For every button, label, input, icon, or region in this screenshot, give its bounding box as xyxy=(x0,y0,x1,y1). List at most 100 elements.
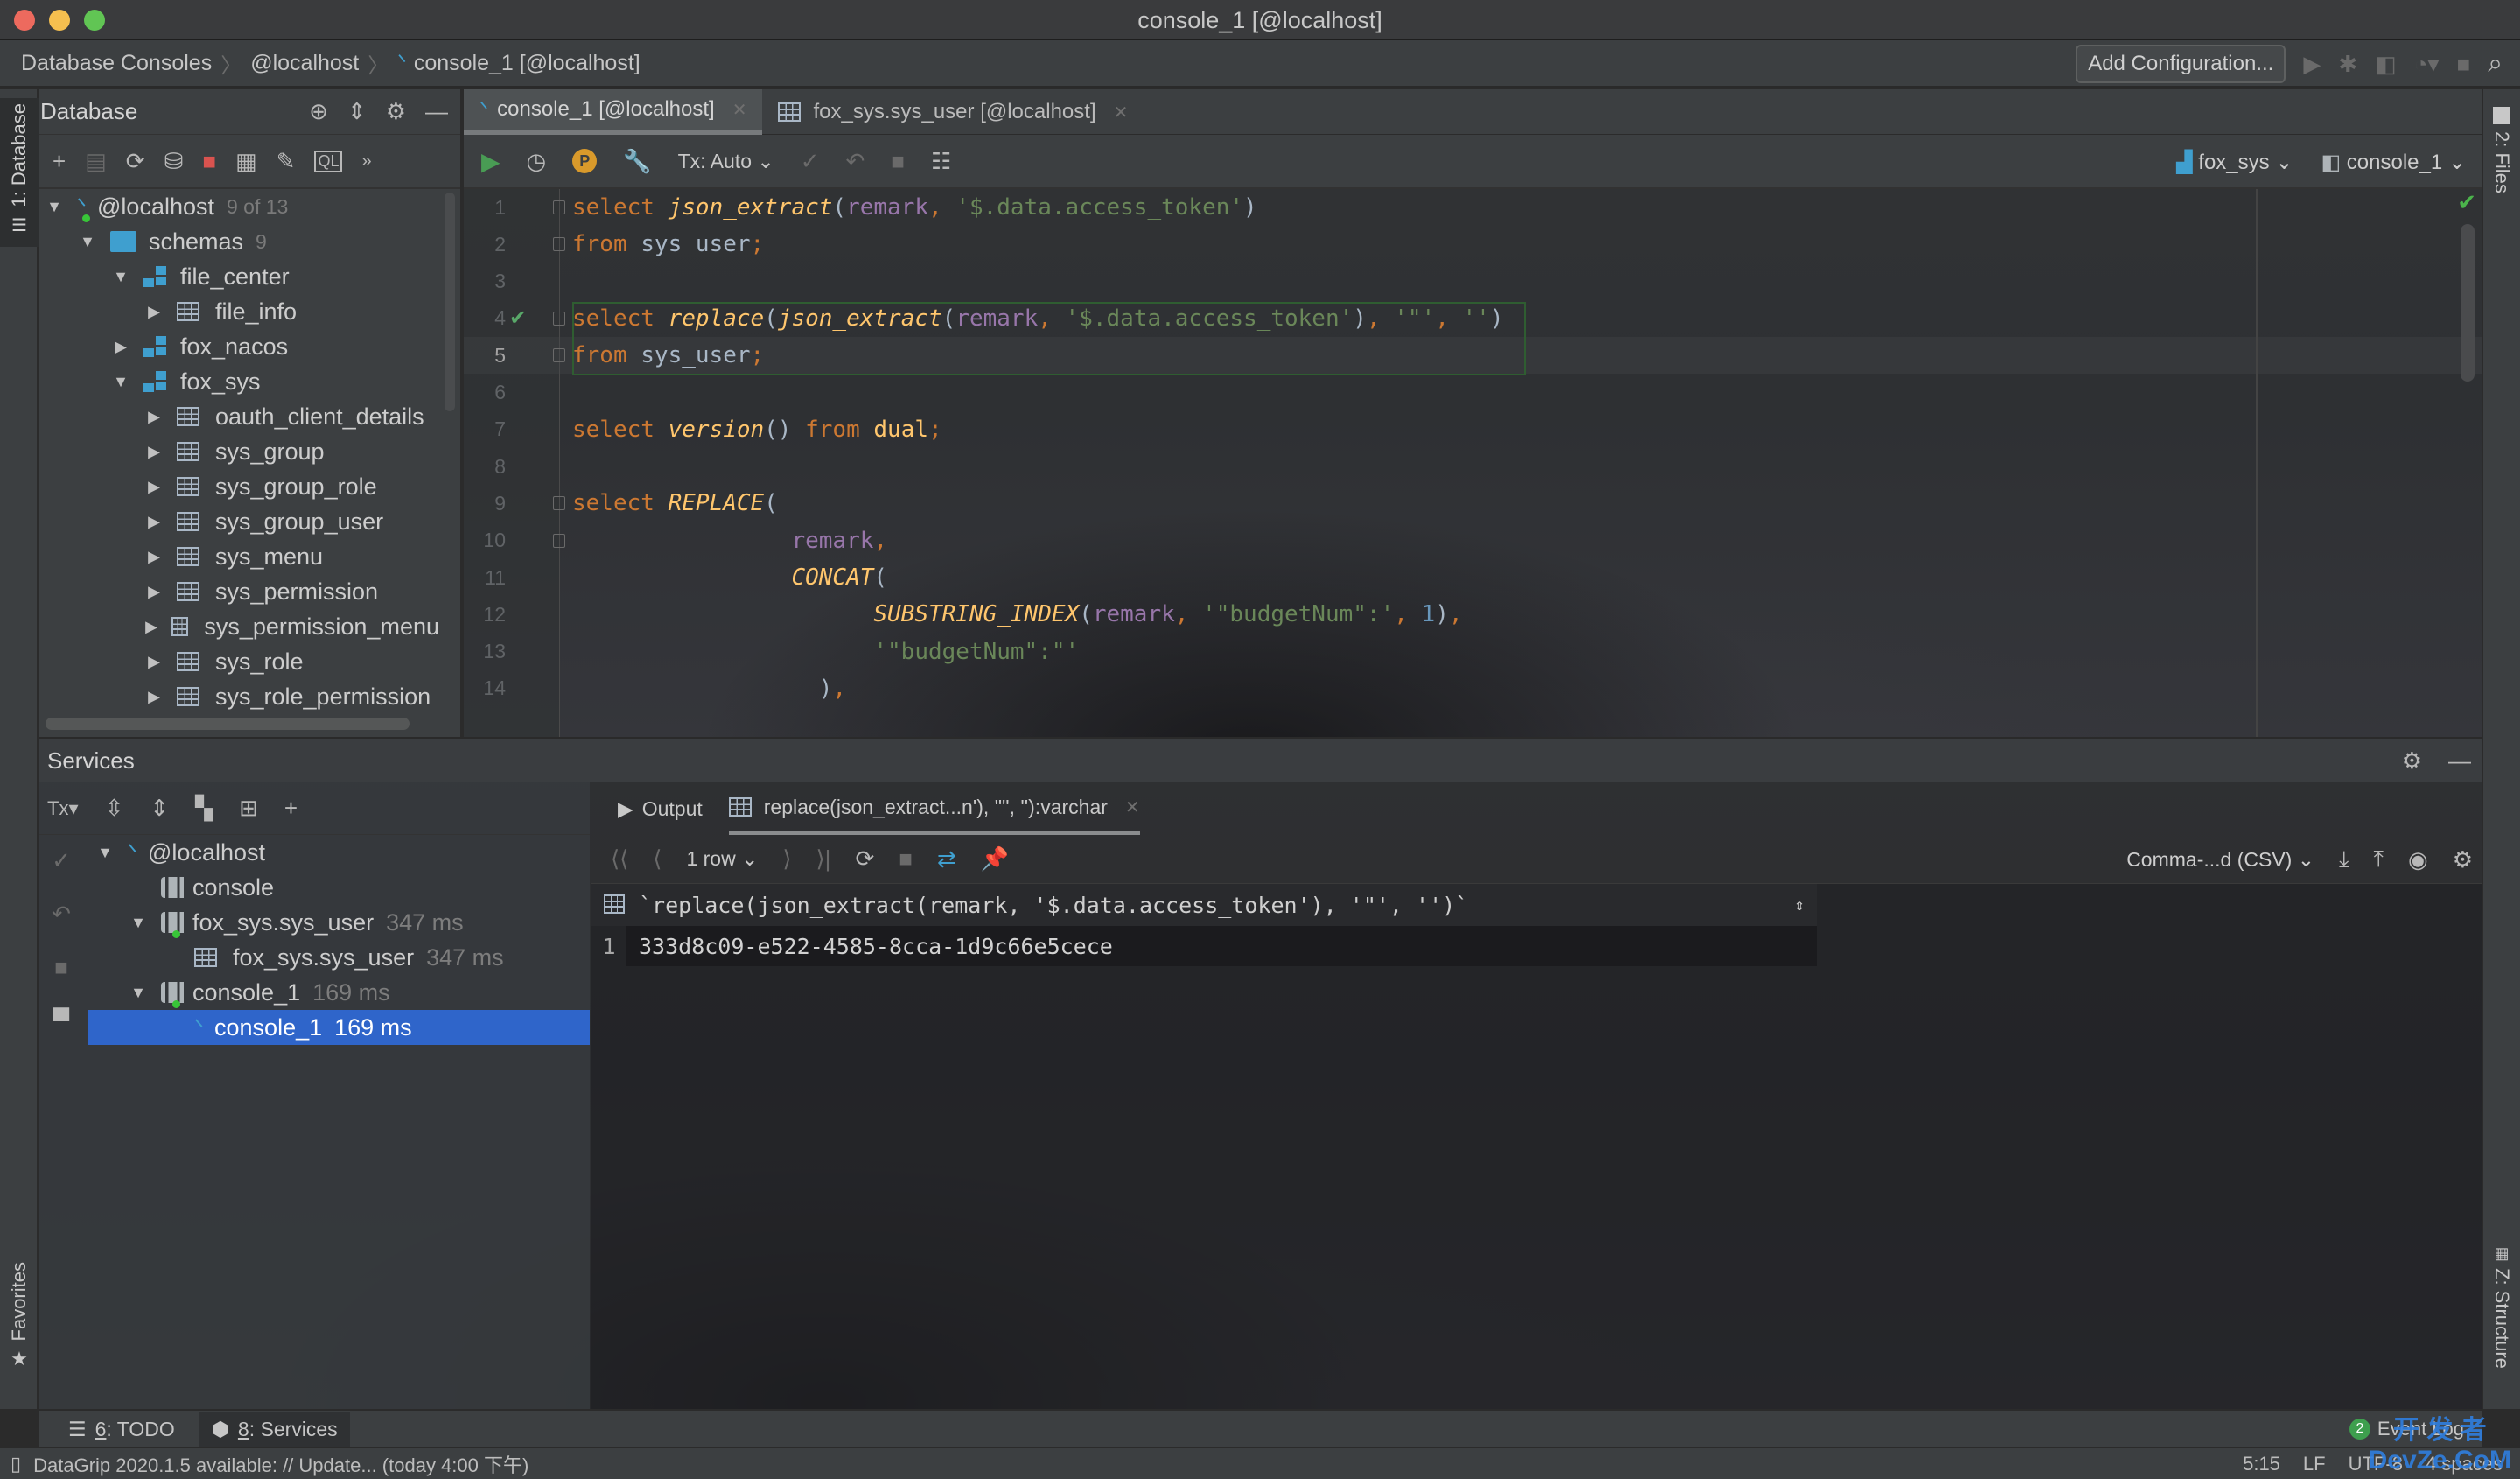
edit-icon[interactable]: ✎ xyxy=(276,148,296,175)
rollback-icon[interactable]: ↶ xyxy=(845,148,864,175)
tree-item[interactable]: ▶ sys_group_user xyxy=(38,504,439,539)
reload-icon[interactable]: ⟳ xyxy=(855,845,874,873)
debug-icon[interactable]: ✱ xyxy=(2338,51,2357,78)
code-line[interactable]: 3 xyxy=(464,263,2482,300)
toggle-tool-windows-icon[interactable]: ▯ xyxy=(10,1453,21,1475)
code-line[interactable]: 9 select REPLACE( xyxy=(464,485,2482,522)
collapse-all-icon[interactable]: ⇕ xyxy=(150,795,169,822)
tree-item[interactable]: ▶ sys_role_permission xyxy=(38,679,439,714)
collapsed-arrow-icon[interactable]: ▶ xyxy=(145,688,163,706)
tree-item[interactable]: ▶ oauth_client_details xyxy=(38,399,439,434)
service-item[interactable]: ▼ fox_sys.sys_user 347 ms xyxy=(88,905,590,940)
collapse-all-icon[interactable]: ⇕ xyxy=(347,98,367,125)
table-view-icon[interactable]: ▦ xyxy=(235,148,257,175)
tree-item[interactable]: ▼ fox_sys xyxy=(38,364,439,399)
tree-item[interactable]: ▶ sys_group_role xyxy=(38,469,439,504)
session-selector[interactable]: ◧ console_1 ⌄ xyxy=(2320,150,2466,175)
execute-icon[interactable]: ▶ xyxy=(481,147,500,176)
gear-icon[interactable]: ⚙ xyxy=(2402,747,2422,775)
code-line[interactable]: 13 '"budgetNum":"' xyxy=(464,634,2482,670)
coverage-icon[interactable]: ◧ xyxy=(2375,51,2397,78)
new-service-icon[interactable]: ⊞ xyxy=(239,795,258,822)
download-icon[interactable]: ⤓ xyxy=(2339,845,2349,873)
code-line[interactable]: 12 SUBSTRING_INDEX(remark, '"budgetNum":… xyxy=(464,596,2482,633)
sort-icon[interactable]: ⇕ xyxy=(1795,896,1804,915)
database-tool-tab[interactable]: 1: Database ☰ xyxy=(0,98,38,247)
run-icon[interactable]: ▶ xyxy=(2303,51,2320,78)
stop-icon[interactable]: ■ xyxy=(202,148,216,175)
tree-item[interactable]: ▼ schemas 9 xyxy=(38,224,439,259)
tree-vertical-scrollbar[interactable] xyxy=(444,193,455,411)
service-item[interactable]: ᐠ console_1 169 ms xyxy=(88,1010,590,1045)
search-icon[interactable]: ⌕ xyxy=(2488,49,2502,79)
collapsed-arrow-icon[interactable]: ▶ xyxy=(145,408,163,426)
cancel-statement-icon[interactable]: ■ xyxy=(891,148,905,175)
expanded-arrow-icon[interactable]: ▼ xyxy=(112,373,130,391)
tree-item[interactable]: ▶ sys_group xyxy=(38,434,439,469)
history-icon[interactable]: ◷ xyxy=(527,148,547,175)
collapsed-arrow-icon[interactable]: ▶ xyxy=(145,618,158,636)
collapsed-arrow-icon[interactable]: ▶ xyxy=(145,583,163,601)
sql-console-icon[interactable]: QL xyxy=(314,150,343,172)
tree-item[interactable]: ▼ ᐠ @localhost 9 of 13 xyxy=(38,189,439,224)
expanded-arrow-icon[interactable]: ▼ xyxy=(112,268,130,286)
files-tool-tab[interactable]: 2: Files xyxy=(2490,107,2513,193)
tree-horizontal-scrollbar[interactable] xyxy=(46,718,410,730)
tree-item[interactable]: ▶ sys_permission_menu xyxy=(38,609,439,644)
expanded-arrow-icon[interactable]: ▼ xyxy=(130,984,147,1002)
tab-output[interactable]: ▶ Output xyxy=(618,782,703,835)
view-icon[interactable]: ◉ xyxy=(2408,846,2428,873)
tool-tab-services[interactable]: ⬢ 8: Services xyxy=(199,1412,350,1447)
code-line[interactable]: 14 ), xyxy=(464,670,2482,707)
stop-icon[interactable]: ■ xyxy=(54,954,68,981)
group-by-icon[interactable]: ▚ xyxy=(195,795,213,822)
expanded-arrow-icon[interactable]: ▼ xyxy=(79,233,96,251)
stop-icon[interactable]: ■ xyxy=(899,845,913,873)
service-item[interactable]: ▼ ᐠ @localhost xyxy=(88,835,590,870)
close-icon[interactable]: ✕ xyxy=(732,99,747,121)
tree-item[interactable]: ▼ file_center xyxy=(38,259,439,294)
tab-console-1[interactable]: ᐠ console_1 [@localhost] ✕ xyxy=(464,89,763,135)
tree-item[interactable]: ▶ fox_nacos xyxy=(38,329,439,364)
code-line[interactable]: 11 CONCAT( xyxy=(464,559,2482,596)
service-item[interactable]: ▼ console_1 169 ms xyxy=(88,975,590,1010)
breadcrumb-item-localhost[interactable]: @localhost xyxy=(250,51,359,76)
service-item[interactable]: console xyxy=(88,870,590,905)
schema-selector[interactable]: ▟ fox_sys ⌄ xyxy=(2176,150,2292,175)
transaction-select[interactable]: Tx ▾ xyxy=(47,797,79,820)
page-size-select[interactable]: 1 row ⌄ xyxy=(686,847,758,871)
tab-sys-user-table[interactable]: fox_sys.sys_user [@localhost] ✕ xyxy=(762,89,1144,135)
compare-icon[interactable]: ⇄ xyxy=(937,845,956,873)
duplicate-icon[interactable]: ▤ xyxy=(85,148,107,175)
collapsed-arrow-icon[interactable]: ▶ xyxy=(145,303,163,321)
expand-all-icon[interactable]: ⇳ xyxy=(105,795,124,822)
add-service-icon[interactable]: + xyxy=(284,795,298,822)
structure-tool-tab[interactable]: ▦ Z: Structure xyxy=(2490,1244,2513,1369)
close-icon[interactable]: ✕ xyxy=(1114,102,1129,123)
refresh-icon[interactable]: ⟳ xyxy=(126,148,145,175)
tree-item[interactable]: ▶ file_info xyxy=(38,294,439,329)
last-page-icon[interactable]: ⟩| xyxy=(816,845,831,873)
close-icon[interactable]: ✕ xyxy=(1125,796,1140,818)
code-line[interactable]: 1 select json_extract(remark, '$.data.acc… xyxy=(464,189,2482,226)
line-separator[interactable]: LF xyxy=(2303,1453,2326,1475)
commit-icon[interactable]: ✓ xyxy=(801,148,820,175)
schema-sync-icon[interactable]: ⛁ xyxy=(164,148,184,175)
code-line[interactable]: 8 xyxy=(464,448,2482,485)
export-format-select[interactable]: Comma-...d (CSV) ⌄ xyxy=(2126,848,2314,872)
code-line[interactable]: 10 remark, xyxy=(464,522,2482,559)
fold-marker-icon[interactable] xyxy=(553,200,565,214)
upload-icon[interactable]: ⤒ xyxy=(2374,845,2384,873)
transaction-mode-select[interactable]: Tx: Auto ⌄ xyxy=(678,150,774,173)
status-message[interactable]: DataGrip 2020.1.5 available: // Update..… xyxy=(33,1450,528,1478)
next-page-icon[interactable]: ⟩ xyxy=(782,845,791,873)
stop-icon[interactable]: ■ xyxy=(2456,51,2470,78)
add-configuration-button[interactable]: Add Configuration... xyxy=(2076,45,2286,83)
locate-icon[interactable]: ⊕ xyxy=(309,98,328,125)
fold-marker-icon[interactable] xyxy=(553,311,565,326)
gear-icon[interactable]: ⚙ xyxy=(2453,846,2473,873)
editor-vertical-scrollbar[interactable] xyxy=(2460,224,2474,382)
collapsed-arrow-icon[interactable]: ▶ xyxy=(145,513,163,531)
explain-plan-icon[interactable]: P xyxy=(572,149,598,173)
first-page-icon[interactable]: ⟨⟨ xyxy=(611,845,628,873)
